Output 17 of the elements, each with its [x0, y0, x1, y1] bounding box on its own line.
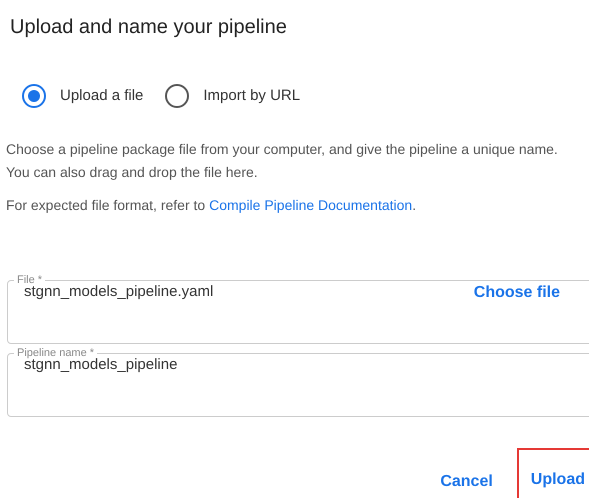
text-field[interactable]: File * stgnn_models_pipeline.yaml Choose file: [7, 272, 589, 344]
field-value: stgnn_models_pipeline.yaml: [24, 283, 214, 302]
radio-icon[interactable]: [165, 84, 190, 108]
radio-icon[interactable]: [22, 84, 46, 108]
documentation-link[interactable]: Compile Pipeline Documentation: [209, 197, 412, 213]
field-label: Pipeline name *: [16, 346, 94, 359]
radio-option[interactable]: Upload a file: [22, 84, 144, 108]
description-text: Choose a pipeline package file from your computer, and give the pipeline a unique name.: [6, 140, 559, 159]
dialog-button[interactable]: Cancel: [434, 448, 499, 498]
text-field[interactable]: Pipeline name * stgnn_models_pipeline: [7, 345, 589, 417]
format-note: For expected file format, refer to Compile Pipeline Documentation.: [6, 196, 418, 215]
field-label: File *: [16, 273, 42, 286]
dialog-button[interactable]: Upload: [516, 448, 589, 498]
dialog-title: Upload and name your pipeline: [10, 15, 287, 40]
choose-file-button[interactable]: Choose file: [474, 280, 560, 304]
description-text: You can also drag and drop the file here.: [6, 163, 259, 182]
radio-option[interactable]: Import by URL: [165, 84, 300, 108]
